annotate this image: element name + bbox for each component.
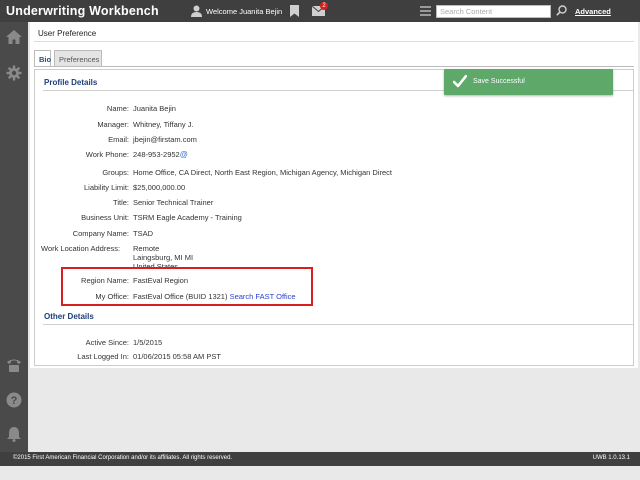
- field-label: Last Logged In:: [77, 352, 129, 361]
- tab-preferences[interactable]: Preferences: [54, 50, 102, 66]
- call-icon[interactable]: @: [180, 150, 188, 159]
- search-input[interactable]: [436, 5, 551, 18]
- top-bar: Underwriting Workbench Welcome Juanita B…: [0, 0, 640, 22]
- field-value: Juanita Bejin: [133, 104, 176, 113]
- field-value: 248-953-2952@: [133, 150, 188, 159]
- profile-row-liability: Liability Limit: $25,000,000.00: [35, 183, 635, 195]
- field-label: Liability Limit:: [83, 183, 129, 192]
- menu-list-icon[interactable]: [420, 6, 431, 16]
- tab-divider: [34, 66, 634, 67]
- version-label: UWB 1.0.13.1: [592, 455, 630, 461]
- field-label: Active Since:: [85, 338, 129, 347]
- highlight-annotation: [61, 267, 313, 306]
- home-icon: [6, 30, 22, 44]
- field-value: 1/5/2015: [133, 338, 163, 347]
- field-value: Whitney, Tiffany J.: [133, 120, 194, 129]
- other-row-active-since: Active Since: 1/5/2015: [35, 338, 635, 350]
- phone-button[interactable]: [0, 352, 28, 380]
- field-value: jbejin@firstam.com: [133, 135, 197, 144]
- notification-badge: 2: [320, 2, 328, 10]
- app-title[interactable]: Underwriting Workbench: [6, 4, 159, 18]
- page-title: User Preference: [38, 29, 97, 38]
- field-value: Home Office, CA Direct, North East Regio…: [133, 168, 392, 177]
- bio-panel: Profile Details Name: Juanita Bejin Mana…: [34, 69, 634, 366]
- gear-icon: [6, 65, 22, 81]
- settings-button[interactable]: [0, 59, 28, 87]
- help-icon: ?: [6, 392, 22, 408]
- field-label: Email:: [108, 135, 129, 144]
- profile-row-email: Email: jbejin@firstam.com: [35, 135, 635, 147]
- profile-row-name: Name: Juanita Bejin: [35, 104, 635, 116]
- address-line-2: Laingsburg, MI MI: [133, 253, 194, 262]
- phone-number: 248-953-2952: [133, 150, 180, 159]
- side-rail: ?: [0, 22, 28, 452]
- profile-row-business-unit: Business Unit: TSRM Eagle Academy - Trai…: [35, 213, 635, 225]
- alerts-button[interactable]: [0, 420, 28, 448]
- svg-text:?: ?: [11, 395, 18, 407]
- profile-details-title: Profile Details: [44, 78, 98, 87]
- field-label: Company Name:: [72, 229, 129, 238]
- search-icon[interactable]: [556, 5, 567, 16]
- field-value: $25,000,000.00: [133, 183, 186, 192]
- home-button[interactable]: [0, 24, 28, 52]
- field-label: Manager:: [97, 120, 129, 129]
- bookmark-icon[interactable]: [290, 5, 299, 17]
- field-label: Groups:: [102, 168, 129, 177]
- field-value: Senior Technical Trainer: [133, 198, 214, 207]
- user-icon: [191, 5, 202, 17]
- field-label: Work Location Address:: [41, 244, 121, 253]
- field-label: Name:: [106, 104, 129, 113]
- profile-row-manager: Manager: Whitney, Tiffany J.: [35, 120, 635, 132]
- tab-bio[interactable]: Bio: [34, 50, 51, 67]
- field-value: TSRM Eagle Academy - Training: [133, 213, 242, 222]
- field-label: Business Unit:: [81, 213, 129, 222]
- profile-row-work-phone: Work Phone: 248-953-2952@: [35, 150, 635, 162]
- profile-row-company: Company Name: TSAD: [35, 229, 635, 241]
- other-row-last-logged-in: Last Logged In: 01/06/2015 05:58 AM PST: [35, 352, 635, 364]
- save-success-toast[interactable]: Save Successful: [444, 69, 613, 95]
- bell-icon: [7, 427, 21, 442]
- profile-row-groups: Groups: Home Office, CA Direct, North Ea…: [35, 168, 635, 180]
- advanced-search-link[interactable]: Advanced: [575, 7, 611, 16]
- bottom-strip: [0, 466, 640, 480]
- help-button[interactable]: ?: [0, 386, 28, 414]
- field-value: TSAD: [133, 229, 154, 238]
- field-label: Title:: [113, 198, 129, 207]
- address-line-1: Remote: [133, 244, 160, 253]
- checkmark-icon: [453, 75, 467, 88]
- divider: [34, 41, 634, 42]
- phone-icon: [7, 359, 21, 372]
- divider: [43, 324, 633, 325]
- profile-row-title: Title: Senior Technical Trainer: [35, 198, 635, 210]
- field-label: Work Phone:: [85, 150, 129, 159]
- other-details-title: Other Details: [44, 312, 94, 321]
- toast-message: Save Successful: [473, 78, 525, 85]
- copyright-text: ©2015 First American Financial Corporati…: [13, 455, 233, 461]
- welcome-text: Welcome Juanita Bejin: [206, 7, 283, 16]
- field-value: 01/06/2015 05:58 AM PST: [133, 352, 221, 361]
- footer: ©2015 First American Financial Corporati…: [0, 452, 640, 466]
